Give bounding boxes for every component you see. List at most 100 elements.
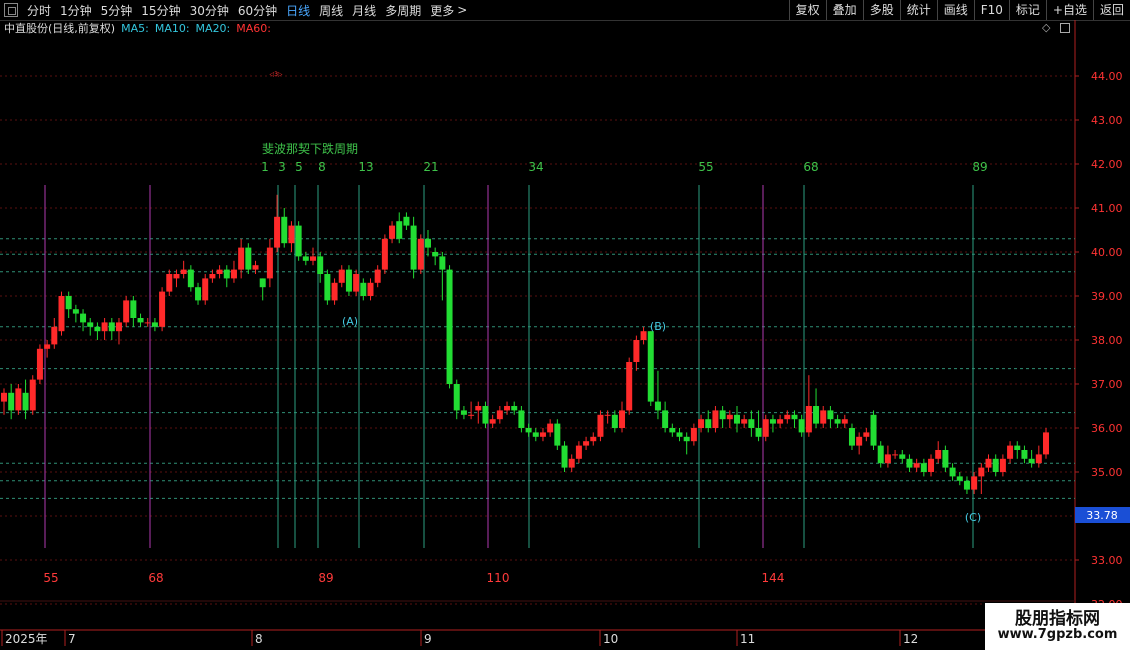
candle-body [813, 406, 820, 424]
candle-body [209, 274, 216, 279]
candle-body [690, 428, 697, 442]
candle-body [863, 432, 870, 437]
candle-body [834, 419, 841, 424]
candle-body [72, 309, 79, 314]
candle-body [590, 436, 597, 442]
candle-body [633, 340, 640, 362]
candle-body [338, 269, 345, 283]
fib-bottom-label: 89 [318, 571, 333, 585]
candle-body [137, 318, 144, 323]
candle-body [410, 225, 417, 270]
candle-body [259, 278, 266, 288]
kline-chart[interactable]: 44.00 43.00 42.00 41.00 40.00 39.00 38.00 37.00… [0, 0, 1130, 650]
fib-top-label: 8 [318, 160, 326, 174]
candle-body [223, 269, 230, 279]
candle-body [662, 410, 669, 428]
candle-body [460, 410, 467, 415]
price-tick-label: 43.00 [1091, 114, 1123, 127]
candle-body [784, 414, 791, 420]
candle-body [935, 450, 942, 459]
candle-body [963, 480, 970, 490]
candle-body [108, 322, 115, 332]
fib-top-label: 21 [423, 160, 438, 174]
candle-body [489, 419, 496, 424]
candle-body [230, 269, 237, 279]
candle-body [669, 428, 676, 433]
candle-body [949, 467, 956, 477]
candle-body [396, 221, 403, 239]
candle-body [245, 247, 252, 270]
candle-body [999, 458, 1006, 472]
candle-body [611, 414, 618, 428]
candle-body [755, 428, 762, 437]
candle-body [496, 410, 503, 420]
candle-body [518, 410, 525, 428]
candle-body [180, 269, 187, 274]
fib-top-label: 5 [295, 160, 303, 174]
candle-body [733, 414, 740, 424]
candle-body [741, 419, 748, 424]
candle-body [985, 458, 992, 468]
candle-body [482, 406, 489, 424]
candle-body [80, 313, 87, 323]
candle-body [1043, 432, 1049, 455]
candle-body [1028, 458, 1035, 464]
candle-body [302, 256, 309, 261]
candle-body [252, 265, 259, 270]
fib-top-label: 68 [803, 160, 818, 174]
candle-body [726, 414, 733, 420]
candle-body [453, 384, 460, 411]
wave-label: (A) [342, 315, 358, 328]
candle-body [568, 458, 575, 468]
candle-body [906, 458, 913, 468]
candle-body [87, 322, 94, 327]
wave-label: (C) [965, 511, 981, 524]
watermark-url: www.7gpzb.com [997, 627, 1118, 642]
candle-body [913, 463, 920, 468]
candle-body [525, 428, 532, 433]
price-tick-label: 41.00 [1091, 202, 1123, 215]
candle-body [310, 256, 317, 261]
candle-body [295, 225, 302, 257]
candle-body [216, 269, 223, 274]
candle-body [791, 414, 798, 420]
candle-body [238, 247, 245, 270]
fib-bottom-label: 144 [762, 571, 785, 585]
candle-body [381, 238, 388, 270]
candle-body [288, 225, 295, 244]
candle-body [1, 392, 7, 402]
candle-body [130, 300, 137, 318]
candle-body [848, 428, 855, 446]
price-tick-label: 33.00 [1091, 554, 1123, 567]
candle-body [504, 406, 511, 411]
candle-body [899, 454, 906, 459]
candle-body [367, 282, 374, 296]
candle-body [58, 296, 65, 332]
small-marker: ◁3▷ [269, 71, 282, 78]
candle-body [417, 238, 424, 270]
candle-body [561, 445, 568, 468]
candle-body [468, 414, 475, 416]
candle-body [554, 423, 561, 446]
candle-body [719, 410, 726, 420]
fib-bottom-label: 68 [148, 571, 163, 585]
candle-body [360, 282, 367, 296]
candle-body [166, 274, 173, 292]
candle-body [173, 274, 180, 279]
candle-body [841, 419, 848, 424]
candle-body [777, 419, 784, 424]
candle-body [698, 419, 705, 428]
date-label: 10 [603, 632, 618, 646]
candle-body [762, 419, 769, 437]
candle-body [575, 445, 582, 459]
price-tick-label: 38.00 [1091, 334, 1123, 347]
candle-body [159, 291, 166, 327]
candle-body [195, 287, 202, 301]
candle-body [202, 278, 209, 301]
candle-body [820, 410, 827, 424]
candle-body [647, 331, 654, 402]
price-tick-label: 36.00 [1091, 422, 1123, 435]
candle-body [583, 441, 590, 446]
candle-body [44, 344, 51, 349]
candle-body [920, 463, 927, 472]
